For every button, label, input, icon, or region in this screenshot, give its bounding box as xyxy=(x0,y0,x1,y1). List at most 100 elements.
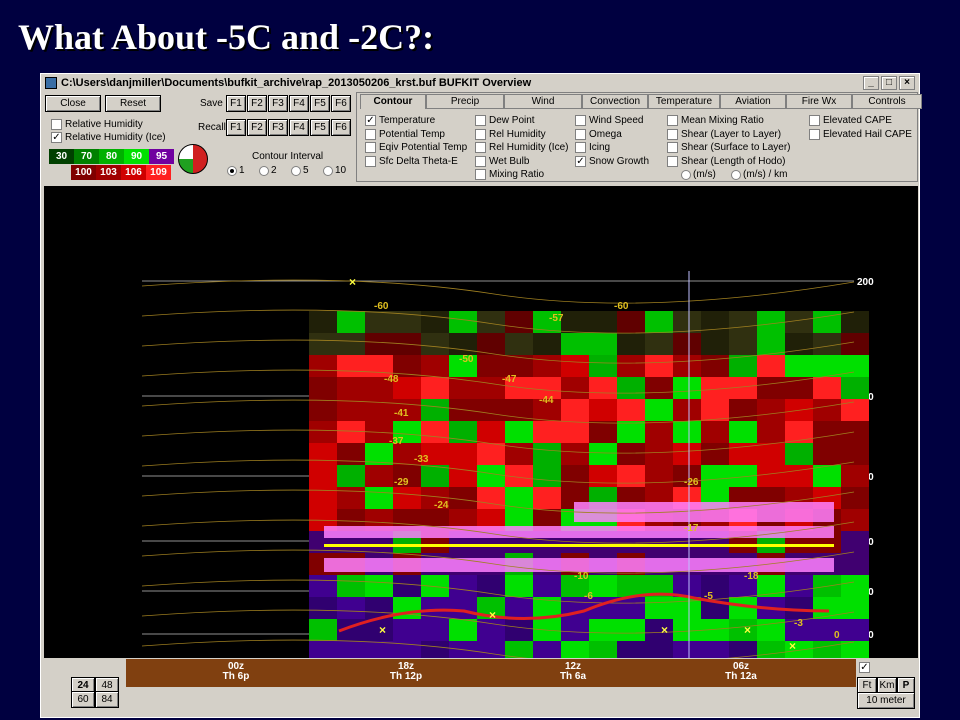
tab-contour[interactable]: Contour xyxy=(360,94,426,109)
rh-grid-cell xyxy=(589,641,617,658)
rh-grid-cell xyxy=(617,355,645,377)
rh-grid-cell xyxy=(337,333,365,355)
resolution-button[interactable]: 10 meter xyxy=(857,692,915,709)
rh-grid-cell xyxy=(421,465,449,487)
rh-grid-cell xyxy=(449,487,477,509)
rh-grid-cell xyxy=(505,619,533,641)
bottom-checkbox[interactable]: ✓ xyxy=(859,662,870,673)
rh-grid-cell xyxy=(421,311,449,333)
option-mean-mixing-ratio-checkbox[interactable]: Mean Mixing Ratio xyxy=(667,115,764,126)
rh-grid-cell xyxy=(645,311,673,333)
option-elevated-hail-cape-checkbox[interactable]: Elevated Hail CAPE xyxy=(809,128,912,140)
snow-growth-band xyxy=(574,502,834,522)
rh-grid-cell xyxy=(561,421,589,443)
option-shear-length-of-hodo--checkbox[interactable]: Shear (Length of Hodo) xyxy=(667,155,786,167)
rh-grid-cell xyxy=(477,465,505,487)
units-mskm-radio[interactable]: (m/s) / km xyxy=(731,169,787,180)
contour-interval-2-radio[interactable]: 2 xyxy=(259,165,277,176)
rh-scale-swatch: 95 xyxy=(149,149,174,164)
contour-interval-1-radio[interactable]: 1 xyxy=(227,165,245,176)
tab-aviation[interactable]: Aviation xyxy=(720,94,786,109)
close-window-button[interactable]: × xyxy=(899,76,915,90)
rh-grid-cell xyxy=(533,641,561,658)
option-eqiv-potential-temp-checkbox[interactable]: Eqiv Potential Temp xyxy=(365,142,467,153)
save-f3-button[interactable]: F3 xyxy=(268,95,288,112)
option-temperature-checkbox[interactable]: ✓ Temperature xyxy=(365,115,435,126)
option-wet-bulb-checkbox[interactable]: Wet Bulb xyxy=(475,155,529,167)
window-titlebar: C:\Users\danjmiller\Documents\bufkit_arc… xyxy=(41,74,919,92)
tab-controls[interactable]: Controls xyxy=(852,94,922,109)
option-wind-speed-checkbox[interactable]: Wind Speed xyxy=(575,115,643,126)
rh-grid-cell xyxy=(589,333,617,355)
rh-grid-cell xyxy=(673,355,701,377)
rh-ice-checkbox[interactable]: ✓ Relative Humidity (Ice) xyxy=(51,132,166,143)
tab-precip[interactable]: Precip xyxy=(426,94,504,109)
recall-f2-button[interactable]: F2 xyxy=(247,119,267,136)
rh-grid-cell xyxy=(645,597,673,619)
rh-grid-cell xyxy=(477,377,505,399)
save-f5-button[interactable]: F5 xyxy=(310,95,330,112)
option-elevated-cape-checkbox[interactable]: Elevated CAPE xyxy=(809,115,892,126)
rh-grid-cell xyxy=(785,575,813,597)
rh-grid-cell xyxy=(813,399,841,421)
recall-f5-button[interactable]: F5 xyxy=(310,119,330,136)
rh-grid-cell xyxy=(421,399,449,421)
save-f1-button[interactable]: F1 xyxy=(226,95,246,112)
minimize-button[interactable]: _ xyxy=(863,76,879,90)
rh-grid-cell xyxy=(393,619,421,641)
option-dew-point-checkbox[interactable]: Dew Point xyxy=(475,115,535,126)
rh-grid-cell xyxy=(841,531,869,553)
rh-grid-cell xyxy=(645,355,673,377)
close-button[interactable]: Close xyxy=(45,95,101,112)
option-rel-humidity-ice--checkbox[interactable]: Rel Humidity (Ice) xyxy=(475,142,568,153)
recall-f4-button[interactable]: F4 xyxy=(289,119,309,136)
recall-f1-button[interactable]: F1 xyxy=(226,119,246,136)
rh-grid-cell xyxy=(813,597,841,619)
option-snow-growth-checkbox[interactable]: ✓ Snow Growth xyxy=(575,155,649,167)
option-rel-humidity-checkbox[interactable]: Rel Humidity xyxy=(475,128,546,140)
rh-checkbox[interactable]: Relative Humidity xyxy=(51,119,143,130)
temperature-label: -24 xyxy=(434,500,449,511)
rh-grid-cell xyxy=(841,333,869,355)
option-icing-checkbox[interactable]: Icing xyxy=(575,142,610,153)
tab-wind[interactable]: Wind xyxy=(504,94,582,109)
slide-title: What About -5C and -2C?: xyxy=(18,17,435,57)
option-shear-surface-to-layer--checkbox[interactable]: Shear (Surface to Layer) xyxy=(667,142,791,153)
rh-grid-cell xyxy=(421,421,449,443)
rh-grid-cell xyxy=(729,421,757,443)
save-f4-button[interactable]: F4 xyxy=(289,95,309,112)
rh-grid-cell xyxy=(589,465,617,487)
bufkit-window: C:\Users\danjmiller\Documents\bufkit_arc… xyxy=(40,73,922,718)
tab-fire-wx[interactable]: Fire Wx xyxy=(786,94,852,109)
units-ms-radio[interactable]: (m/s) xyxy=(681,169,716,180)
recall-f6-button[interactable]: F6 xyxy=(331,119,351,136)
rh-grid-cell xyxy=(309,619,337,641)
option-potential-temp-checkbox[interactable]: Potential Temp xyxy=(365,128,445,140)
contour-interval-5-radio[interactable]: 5 xyxy=(291,165,309,176)
hours-84-button[interactable]: 84 xyxy=(95,691,119,708)
save-f6-button[interactable]: F6 xyxy=(331,95,351,112)
rh-grid-cell xyxy=(337,311,365,333)
option-omega-checkbox[interactable]: Omega xyxy=(575,128,622,140)
rh-grid-cell xyxy=(673,619,701,641)
save-f2-button[interactable]: F2 xyxy=(247,95,267,112)
rh-grid-cell xyxy=(589,377,617,399)
recall-f3-button[interactable]: F3 xyxy=(268,119,288,136)
option-sfc-delta-theta-e-checkbox[interactable]: Sfc Delta Theta-E xyxy=(365,155,458,167)
tab-convection[interactable]: Convection xyxy=(582,94,648,109)
rh-grid-cell xyxy=(785,465,813,487)
contour-interval-label: Contour Interval xyxy=(252,151,324,162)
rh-grid-cell xyxy=(561,399,589,421)
temperature-label: -60 xyxy=(374,301,389,312)
rh-grid-cell xyxy=(309,641,337,658)
reset-button[interactable]: Reset xyxy=(105,95,161,112)
option-shear-layer-to-layer--checkbox[interactable]: Shear (Layer to Layer) xyxy=(667,128,781,140)
maximize-button[interactable]: □ xyxy=(881,76,897,90)
hours-60-button[interactable]: 60 xyxy=(71,691,95,708)
cross-section-plot[interactable]: 200300400500600700800900-60-60-57-50-48-… xyxy=(44,186,918,658)
contour-interval-10-radio[interactable]: 10 xyxy=(323,165,346,176)
rh-grid-cell xyxy=(701,443,729,465)
option-mixing-ratio-checkbox[interactable]: Mixing Ratio xyxy=(475,169,544,180)
tab-temperature[interactable]: Temperature xyxy=(648,94,720,109)
rh-grid-cell xyxy=(701,333,729,355)
